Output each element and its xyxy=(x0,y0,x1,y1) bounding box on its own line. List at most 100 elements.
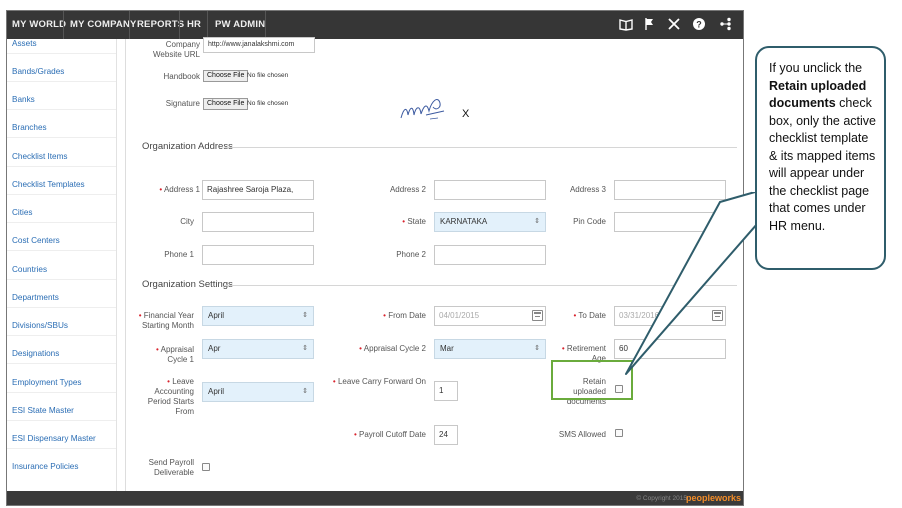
state-label: • State xyxy=(402,217,426,226)
signature-label: Signature xyxy=(165,99,200,108)
sidebar-divider xyxy=(7,279,116,280)
nav-separator xyxy=(63,11,64,39)
nav-separator xyxy=(129,11,130,39)
help-icon[interactable]: ? xyxy=(691,17,707,33)
sidebar-divider xyxy=(7,166,116,167)
city-label: City xyxy=(180,217,194,226)
sidebar-item-branches[interactable]: Branches xyxy=(12,123,47,132)
sms-allowed-checkbox[interactable] xyxy=(615,429,623,437)
calendar-icon[interactable] xyxy=(532,310,543,321)
signature-choose-file-button[interactable]: Choose File xyxy=(203,98,249,110)
handbook-label: Handbook xyxy=(163,72,200,81)
from-date-input[interactable]: 04/01/2015 xyxy=(434,306,546,326)
financial-year-label: • Financial Year Starting Month xyxy=(138,311,194,330)
nav-separator xyxy=(207,11,208,39)
top-navigation: MY WORLD MY COMPANY REPORTS HR PW ADMIN … xyxy=(7,11,743,39)
city-input[interactable] xyxy=(202,212,314,232)
state-select[interactable]: KARNATAKA ⇕ xyxy=(434,212,546,232)
leave-period-select[interactable]: April ⇕ xyxy=(202,382,314,402)
sidebar-divider xyxy=(7,137,116,138)
copyright-text: © Copyright 2015 xyxy=(636,495,687,502)
sidebar-item-designations[interactable]: Designations xyxy=(12,349,59,358)
sidebar-item-bands-grades[interactable]: Bands/Grades xyxy=(12,67,64,76)
sidebar-item-assets[interactable]: Assets xyxy=(12,39,37,48)
signature-image xyxy=(400,99,445,120)
sidebar-item-banks[interactable]: Banks xyxy=(12,95,35,104)
from-date-label: • From Date xyxy=(383,311,426,320)
tools-icon[interactable] xyxy=(666,17,682,33)
sidebar-item-cost-centers[interactable]: Cost Centers xyxy=(12,236,60,245)
sidebar-divider xyxy=(7,81,116,82)
website-input[interactable]: http://www.janalakshmi.com xyxy=(203,37,315,53)
sidebar-divider xyxy=(7,53,116,54)
nav-my-world[interactable]: MY WORLD xyxy=(12,11,66,39)
sidebar-divider xyxy=(7,222,116,223)
handbook-choose-file-button[interactable]: Choose File xyxy=(203,70,249,82)
sidebar-item-checklist-templates[interactable]: Checklist Templates xyxy=(12,180,85,189)
nav-separator xyxy=(265,11,266,39)
phone1-input[interactable] xyxy=(202,245,314,265)
share-icon[interactable] xyxy=(718,17,734,33)
section-divider xyxy=(225,147,737,148)
address3-label: Address 3 xyxy=(569,185,606,194)
to-date-label: • To Date xyxy=(573,311,606,320)
send-payroll-checkbox[interactable] xyxy=(202,463,210,471)
appraisal-cycle2-select[interactable]: Mar ⇕ xyxy=(434,339,546,359)
nav-separator xyxy=(179,11,180,39)
sidebar-item-countries[interactable]: Countries xyxy=(12,265,47,274)
leave-carry-forward-input[interactable]: 1 xyxy=(434,381,458,401)
address1-input[interactable]: Rajashree Saroja Plaza, xyxy=(202,180,314,200)
select-caret-icon: ⇕ xyxy=(302,388,308,395)
sidebar-item-divisions-sbus[interactable]: Divisions/SBUs xyxy=(12,321,68,330)
sidebar-divider xyxy=(7,392,116,393)
sidebar-divider xyxy=(7,109,116,110)
sidebar-item-esi-state-master[interactable]: ESI State Master xyxy=(12,406,74,415)
sidebar-item-checklist-items[interactable]: Checklist Items xyxy=(12,152,68,161)
sidebar: Assets Bands/Grades Banks Branches Check… xyxy=(7,39,117,491)
callout-box: If you unclick the Retain uploaded docum… xyxy=(755,46,886,270)
leave-carry-forward-label: • Leave Carry Forward On xyxy=(332,377,426,386)
org-address-title: Organization Address xyxy=(142,141,233,152)
sidebar-divider xyxy=(7,448,116,449)
phone1-label: Phone 1 xyxy=(164,250,194,259)
payroll-cutoff-input[interactable]: 24 xyxy=(434,425,458,445)
send-payroll-label: Send Payroll Deliverable xyxy=(148,458,194,477)
sidebar-item-esi-dispensary-master[interactable]: ESI Dispensary Master xyxy=(12,434,96,443)
sms-allowed-label: SMS Allowed xyxy=(558,430,606,439)
select-caret-icon: ⇕ xyxy=(534,218,540,225)
flag-icon[interactable] xyxy=(642,17,658,33)
sidebar-divider xyxy=(7,420,116,421)
remove-signature-button[interactable]: X xyxy=(462,108,469,120)
select-caret-icon: ⇕ xyxy=(302,312,308,319)
sidebar-divider xyxy=(7,363,116,364)
sidebar-item-cities[interactable]: Cities xyxy=(12,208,32,217)
address2-label: Address 2 xyxy=(389,185,426,194)
appraisal-cycle1-select[interactable]: Apr ⇕ xyxy=(202,339,314,359)
sidebar-item-departments[interactable]: Departments xyxy=(12,293,59,302)
leave-period-label: • Leave Accounting Period Starts From xyxy=(147,377,194,416)
nav-reports[interactable]: REPORTS xyxy=(137,11,184,39)
book-icon[interactable] xyxy=(618,17,634,33)
nav-pw-admin[interactable]: PW ADMIN xyxy=(215,11,265,39)
appraisal-cycle2-label: • Appraisal Cycle 2 xyxy=(359,344,426,353)
payroll-cutoff-label: • Payroll Cutoff Date xyxy=(353,430,426,439)
address1-label: • Address 1 xyxy=(159,185,200,194)
signature-file-status: No file chosen xyxy=(247,100,289,107)
select-caret-icon: ⇕ xyxy=(534,345,540,352)
sidebar-divider xyxy=(7,335,116,336)
sidebar-item-insurance-policies[interactable]: Insurance Policies xyxy=(12,462,78,471)
sidebar-divider xyxy=(7,194,116,195)
pincode-label: Pin Code xyxy=(573,217,606,226)
phone2-input[interactable] xyxy=(434,245,546,265)
select-caret-icon: ⇕ xyxy=(302,345,308,352)
sidebar-divider xyxy=(7,250,116,251)
nav-hr[interactable]: HR xyxy=(187,11,201,39)
nav-my-company[interactable]: MY COMPANY xyxy=(70,11,137,39)
sidebar-item-employment-types[interactable]: Employment Types xyxy=(12,378,81,387)
address2-input[interactable] xyxy=(434,180,546,200)
financial-year-select[interactable]: April ⇕ xyxy=(202,306,314,326)
org-settings-title: Organization Settings xyxy=(142,279,233,290)
footer: © Copyright 2015 peopleworks xyxy=(7,491,743,505)
sidebar-divider xyxy=(7,307,116,308)
svg-text:?: ? xyxy=(696,20,702,30)
